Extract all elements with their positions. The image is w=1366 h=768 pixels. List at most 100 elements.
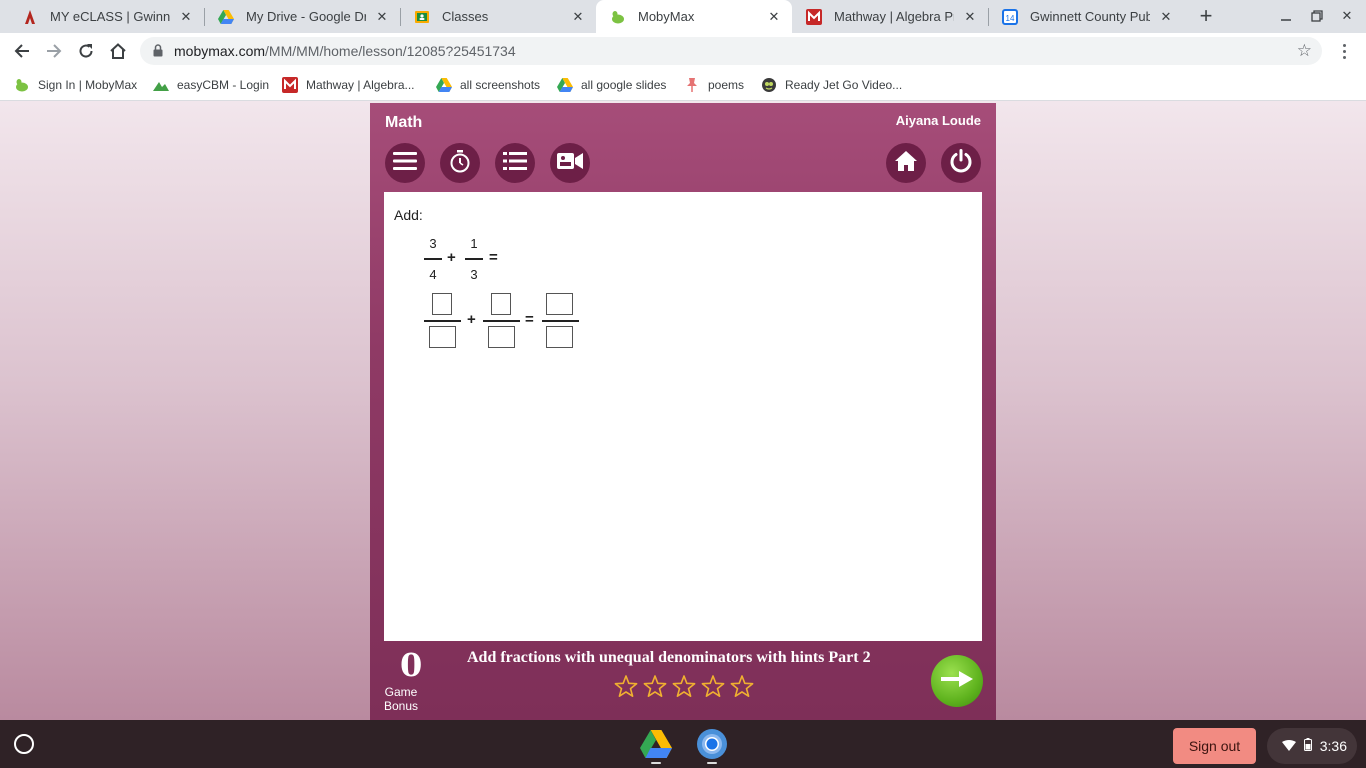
arrow-right-icon — [941, 670, 973, 692]
bookmark-mobymax[interactable]: Sign In | MobyMax — [14, 75, 137, 95]
google-drive-icon — [218, 9, 234, 25]
tab-mathway[interactable]: Mathway | Algebra Prob ✕ — [792, 0, 988, 33]
tab-gwinnett[interactable]: 14 Gwinnett County Public ✕ — [988, 0, 1184, 33]
power-button[interactable] — [941, 143, 981, 183]
home-button[interactable] — [886, 143, 926, 183]
calendar-icon: 14 — [1002, 8, 1018, 25]
tab-title: MY eCLASS | Gwinnett C — [50, 9, 170, 24]
mobymax-lesson-panel: Math Aiyana Loude Add: 3 4 + 1 3 = + = 0… — [370, 103, 996, 720]
bookmark-easycbm[interactable]: easyCBM - Login — [153, 75, 269, 95]
bookmark-mathway[interactable]: Mathway | Algebra... — [282, 75, 415, 95]
next-button[interactable] — [931, 655, 983, 707]
fraction-bar — [542, 320, 579, 322]
answer-denominator-sum-input[interactable] — [546, 326, 573, 348]
back-icon[interactable] — [10, 39, 34, 63]
lock-icon — [153, 44, 163, 62]
game-bonus-label: Game Bonus — [383, 685, 419, 713]
video-button[interactable] — [550, 143, 590, 183]
tab-google-drive[interactable]: My Drive - Google Drive ✕ — [204, 0, 400, 33]
classroom-icon — [414, 9, 430, 25]
chrome-app-icon[interactable] — [696, 728, 728, 760]
bookmark-label: easyCBM - Login — [177, 78, 270, 92]
list-button[interactable] — [495, 143, 535, 183]
answer-denominator-2-input[interactable] — [488, 326, 515, 348]
easycbm-icon — [153, 77, 169, 93]
tab-title: Gwinnett County Public — [1030, 9, 1150, 24]
forward-icon[interactable] — [42, 39, 66, 63]
game-bonus-label-line1: Game — [384, 685, 418, 699]
bookmark-label: all screenshots — [460, 78, 541, 92]
answer-numerator-1-input[interactable] — [432, 293, 452, 315]
bookmark-label: Mathway | Algebra... — [306, 78, 415, 92]
timer-button[interactable] — [440, 143, 480, 183]
star-icon — [701, 675, 725, 698]
power-icon — [949, 148, 973, 178]
home-browser-icon[interactable] — [106, 39, 130, 63]
star-icon — [614, 675, 638, 698]
sign-out-button[interactable]: Sign out — [1173, 728, 1256, 764]
star-icon — [730, 675, 754, 698]
answer-denominator-1-input[interactable] — [429, 326, 456, 348]
bookmark-label: Sign In | MobyMax — [38, 78, 138, 92]
eclass-icon — [22, 9, 38, 25]
problem-area: Add: 3 4 + 1 3 = + = — [384, 192, 982, 641]
answer-numerator-sum-input[interactable] — [546, 293, 573, 315]
tab-mobymax[interactable]: MobyMax ✕ — [596, 0, 792, 33]
tab-title: Classes — [442, 9, 489, 24]
bookmark-label: Ready Jet Go Video... — [785, 78, 903, 92]
numerator: 3 — [429, 236, 437, 251]
battery-icon — [1303, 738, 1312, 754]
mathway-icon — [806, 8, 822, 25]
video-icon — [557, 152, 583, 175]
reload-icon[interactable] — [74, 39, 98, 63]
close-tab-icon[interactable]: ✕ — [372, 7, 392, 27]
close-tab-icon[interactable]: ✕ — [764, 7, 784, 27]
game-bonus-score: 0 — [400, 646, 423, 684]
bookmark-ready-jet-go[interactable]: Ready Jet Go Video... — [761, 75, 902, 95]
menu-button[interactable] — [385, 143, 425, 183]
list-icon — [503, 151, 527, 176]
tab-classes[interactable]: Classes ✕ — [400, 0, 596, 33]
browser-menu-icon[interactable] — [1336, 39, 1352, 63]
home-icon — [894, 150, 918, 177]
address-bar[interactable]: mobymax.com/MM/MM/home/lesson/12085?2545… — [140, 37, 1322, 65]
timer-icon — [449, 149, 471, 178]
close-tab-icon[interactable]: ✕ — [176, 7, 196, 27]
fraction-bar — [483, 320, 520, 322]
student-name: Aiyana Loude — [895, 113, 981, 128]
svg-text:14: 14 — [1006, 14, 1015, 23]
denominator: 4 — [429, 267, 437, 282]
subject-title: Math — [385, 114, 423, 131]
tab-eclass[interactable]: MY eCLASS | Gwinnett C ✕ — [8, 0, 204, 33]
url-path: /MM/MM/home/lesson/12085?25451734 — [265, 43, 516, 59]
minimize-icon[interactable] — [1275, 6, 1297, 26]
bookmark-poems[interactable]: poems — [684, 75, 744, 95]
equals-sign: = — [489, 249, 498, 266]
problem-instruction: Add: — [394, 207, 423, 223]
status-tray[interactable]: 3:36 — [1267, 728, 1357, 764]
close-tab-icon[interactable]: ✕ — [568, 7, 588, 27]
url-host: mobymax.com — [174, 43, 266, 59]
pbs-icon — [761, 77, 777, 93]
new-tab-button[interactable]: + — [1195, 3, 1217, 28]
mobymax-icon — [14, 77, 30, 93]
numerator: 1 — [470, 236, 478, 251]
close-window-icon[interactable]: ✕ — [1336, 6, 1358, 26]
launcher-icon[interactable] — [14, 734, 34, 754]
google-drive-app-icon[interactable] — [640, 728, 672, 760]
bookmark-star-icon[interactable]: ☆ — [1297, 41, 1312, 61]
bookmark-all-screenshots[interactable]: all screenshots — [436, 75, 540, 95]
star-icon — [672, 675, 696, 698]
mobymax-icon — [610, 9, 626, 25]
answer-numerator-2-input[interactable] — [491, 293, 511, 315]
close-tab-icon[interactable]: ✕ — [960, 7, 980, 27]
tab-title: Mathway | Algebra Prob — [834, 9, 954, 24]
clock-time: 3:36 — [1319, 738, 1347, 754]
app-running-indicator — [707, 762, 717, 764]
star-rating — [614, 675, 754, 698]
pin-icon — [684, 77, 700, 93]
close-tab-icon[interactable]: ✕ — [1156, 7, 1176, 27]
bookmark-all-google-slides[interactable]: all google slides — [557, 75, 666, 95]
denominator: 3 — [470, 267, 478, 282]
restore-icon[interactable] — [1306, 6, 1328, 26]
